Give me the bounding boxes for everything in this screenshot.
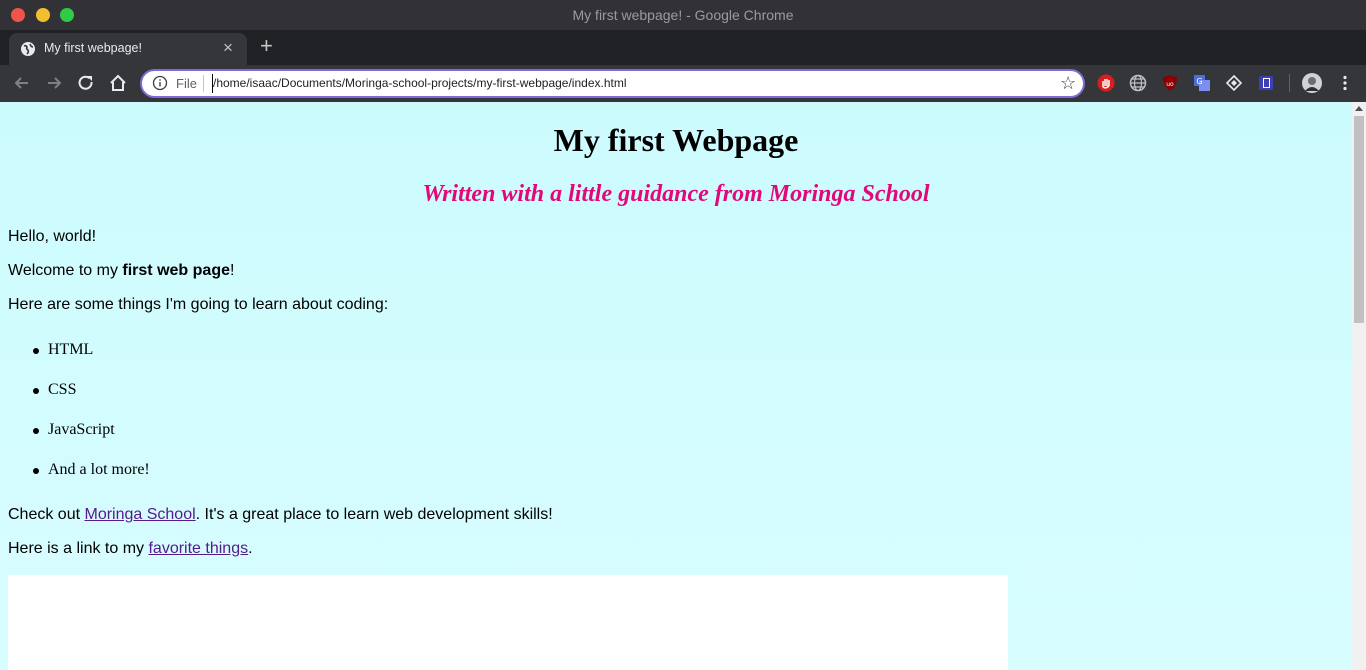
browser-toolbar: File /home/isaac/Documents/Moringa-schoo… [0,65,1366,102]
svg-text:uo: uo [1166,81,1174,88]
reload-icon[interactable] [76,73,96,93]
welcome-paragraph: Welcome to my first web page! [8,262,234,280]
list-item: JavaScript [48,421,115,438]
info-icon[interactable] [152,75,168,91]
page-subheading: Written with a little guidance from Mori… [422,181,930,207]
list-item: HTML [48,341,94,358]
tab-strip: My first webpage! × + [0,30,1366,65]
toolbar-divider [1289,74,1290,92]
bullet [33,468,39,474]
book-icon[interactable] [1257,74,1275,92]
favorite-things-link[interactable]: favorite things [148,540,248,557]
vertical-scrollbar[interactable] [1352,102,1366,670]
favorites-paragraph: Here is a link to my favorite things. [8,540,253,558]
star-icon[interactable]: ☆ [1060,73,1076,93]
moringa-school-link[interactable]: Moringa School [84,506,195,523]
url-text[interactable]: /home/isaac/Documents/Moringa-school-pro… [213,76,627,90]
page-heading: My first Webpage [553,122,799,158]
avatar-icon[interactable] [1302,73,1322,93]
greeting-text: Hello, world! [8,228,97,245]
window-title: My first webpage! - Google Chrome [572,7,794,23]
tab-close-button[interactable]: × [223,39,233,57]
checkout-paragraph: Check out Moringa School. It's a great p… [8,506,553,524]
list-item: And a lot more! [48,461,150,478]
welcome-prefix: Welcome to my [8,262,123,279]
tab-title: My first webpage! [44,41,142,55]
ublock-shield-icon[interactable]: uo [1161,74,1179,92]
scrollbar-thumb[interactable] [1354,116,1364,323]
tab-active[interactable]: My first webpage! × [9,33,247,65]
checkout-prefix: Check out [8,506,85,523]
favorites-suffix: . [248,540,253,557]
omnibox-divider [203,75,204,92]
arrow-left-icon[interactable] [12,73,32,93]
svg-text:G: G [1196,77,1202,86]
globe-icon [21,42,35,56]
kebab-menu-icon[interactable] [1336,74,1354,92]
home-icon[interactable] [108,73,128,93]
scroll-up-arrow-icon[interactable] [1355,106,1363,111]
globe-icon[interactable] [1129,74,1147,92]
arrow-right-icon[interactable] [44,73,64,93]
welcome-suffix: ! [229,262,235,279]
bullet [33,388,39,394]
favorites-prefix: Here is a link to my [8,540,149,557]
translate-icon[interactable]: G [1193,74,1211,92]
scheme-label: File [176,76,197,91]
address-bar[interactable]: File /home/isaac/Documents/Moringa-schoo… [140,69,1085,98]
new-tab-button[interactable]: + [260,35,273,57]
welcome-bold: first web page [122,262,230,279]
embedded-content-box [8,575,1008,670]
list-item: CSS [48,381,77,398]
diamond-icon[interactable] [1225,74,1243,92]
window-titlebar: My first webpage! - Google Chrome [0,0,1366,30]
learn-intro: Here are some things I'm going to learn … [8,296,389,313]
hand-stop-icon[interactable] [1097,74,1115,92]
checkout-suffix: . It's a great place to learn web develo… [195,506,553,523]
bullet [33,348,39,354]
bullet [33,428,39,434]
page-viewport: My first Webpage Written with a little g… [0,102,1352,670]
